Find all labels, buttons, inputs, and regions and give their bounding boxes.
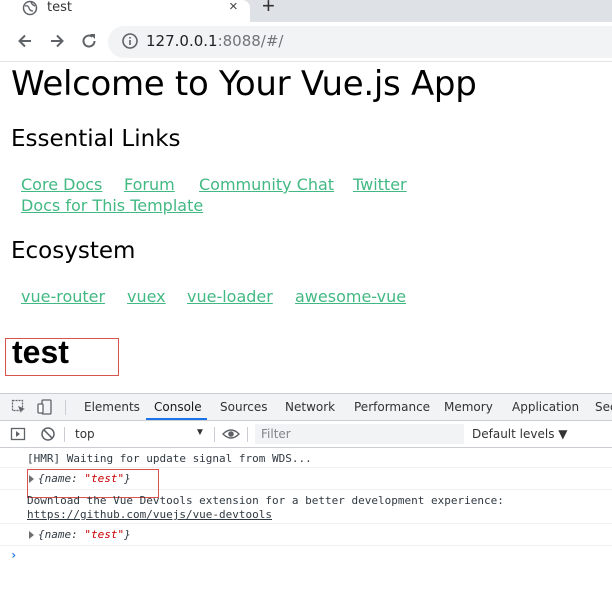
console-prompt[interactable]: › [10, 548, 17, 562]
browser-toolbar: 127.0.0.1:8088/#/ [0, 22, 612, 62]
tab-elements[interactable]: Elements [84, 400, 140, 415]
page-content: Welcome to Your Vue.js App Essential Lin… [0, 62, 612, 392]
inspect-element-icon[interactable] [11, 399, 27, 415]
link-vue-router[interactable]: vue-router [21, 287, 105, 307]
expand-triangle-icon[interactable] [29, 531, 34, 539]
tab-security[interactable]: Sec [595, 400, 612, 415]
url-text[interactable]: 127.0.0.1:8088/#/ [146, 32, 283, 50]
link-vuex[interactable]: vuex [127, 287, 166, 307]
filter-input[interactable] [255, 424, 464, 444]
link-docs-template[interactable]: Docs for This Template [21, 196, 203, 216]
console-message: Download the Vue Devtools extension for … [0, 490, 612, 524]
essential-links-heading: Essential Links [11, 126, 181, 152]
clear-console-icon[interactable] [40, 426, 56, 442]
log-levels-dropdown[interactable]: Default levels ▼ [472, 427, 568, 441]
toolbar-divider [65, 400, 66, 415]
filter-divider-2 [214, 427, 215, 442]
devtools-notice: Download the Vue Devtools extension for … [27, 494, 504, 507]
context-selector[interactable]: top [75, 427, 95, 441]
console-filter-bar: top ▼ Default levels ▼ [0, 421, 612, 448]
reload-icon[interactable] [79, 31, 99, 51]
link-forum[interactable]: Forum [124, 175, 175, 195]
hmr-message: [HMR] Waiting for update signal from WDS… [27, 452, 312, 465]
console-object-row[interactable]: {name: "test"} [0, 524, 612, 546]
tab-network[interactable]: Network [285, 400, 335, 415]
tab-title: test [47, 0, 72, 15]
tab-console[interactable]: Console [154, 400, 202, 415]
tab-application[interactable]: Application [512, 400, 579, 415]
filter-divider [64, 427, 65, 442]
tab-performance[interactable]: Performance [354, 400, 430, 415]
devtools-tab-bar: Elements Console Sources Network Perform… [0, 394, 612, 421]
object-preview[interactable]: {name: "test"} [38, 528, 131, 542]
devtools-panel: Elements Console Sources Network Perform… [0, 393, 612, 598]
ecosystem-heading: Ecosystem [11, 238, 136, 264]
object-value: "test" [84, 528, 125, 541]
link-twitter[interactable]: Twitter [353, 175, 407, 195]
active-tab-indicator [146, 418, 207, 420]
back-arrow-icon[interactable] [15, 31, 35, 51]
link-awesome-vue[interactable]: awesome-vue [295, 287, 406, 307]
new-tab-button[interactable]: + [262, 0, 275, 17]
globe-icon [22, 0, 38, 16]
device-toolbar-icon[interactable] [37, 399, 53, 415]
highlight-box [5, 338, 119, 376]
filter-divider-3 [247, 427, 248, 442]
vue-devtools-link[interactable]: https://github.com/vuejs/vue-devtools [27, 508, 272, 522]
url-path: :8088/#/ [217, 32, 284, 50]
object-key: name [44, 528, 72, 541]
link-community-chat[interactable]: Community Chat [199, 175, 334, 195]
tab-strip: test × + [0, 0, 612, 22]
chevron-down-icon[interactable]: ▼ [195, 427, 205, 438]
eye-icon[interactable] [222, 426, 240, 442]
sidebar-toggle-icon[interactable] [10, 426, 26, 442]
tab-memory[interactable]: Memory [444, 400, 493, 415]
browser-tab[interactable]: test × [0, 0, 250, 22]
link-core-docs[interactable]: Core Docs [21, 175, 102, 195]
page-title: Welcome to Your Vue.js App [11, 64, 477, 104]
console-output: [HMR] Waiting for update signal from WDS… [0, 448, 612, 598]
tab-sources[interactable]: Sources [220, 400, 267, 415]
forward-arrow-icon[interactable] [47, 31, 67, 51]
info-icon[interactable] [121, 32, 139, 50]
filter-field[interactable] [255, 424, 464, 444]
console-message: [HMR] Waiting for update signal from WDS… [0, 448, 612, 468]
url-host: 127.0.0.1 [146, 32, 218, 50]
close-tab-icon[interactable]: × [229, 0, 238, 14]
link-vue-loader[interactable]: vue-loader [187, 287, 273, 307]
